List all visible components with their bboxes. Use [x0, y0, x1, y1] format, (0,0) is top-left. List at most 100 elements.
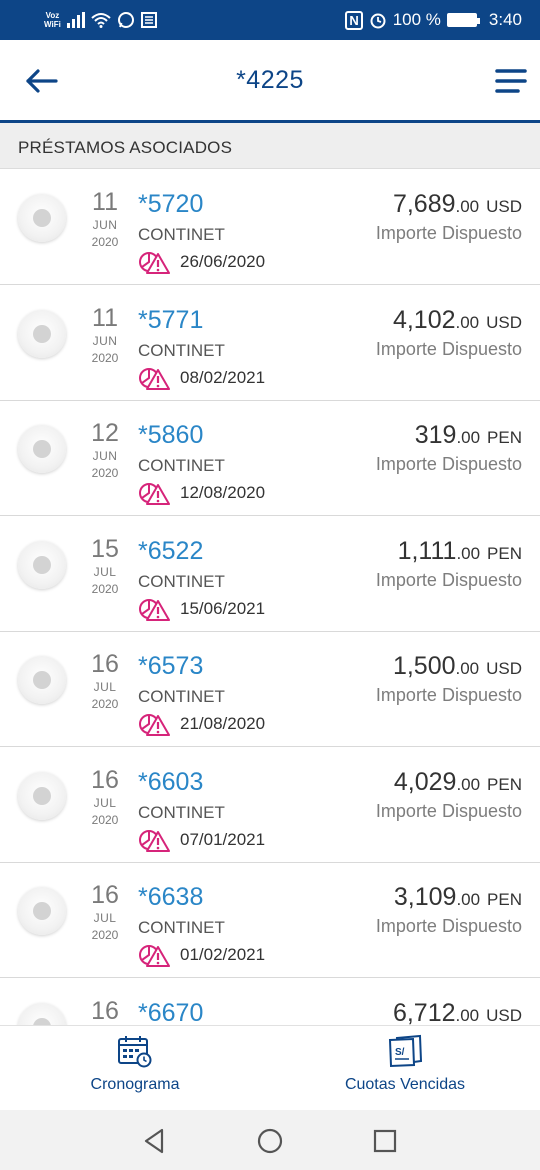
due-date-row: 08/02/2021: [138, 366, 265, 390]
loan-type: CONTINET: [138, 456, 225, 475]
wifi-label: WiFi: [44, 20, 61, 29]
loan-list[interactable]: 11 JUN 2020 *5720 CONTINET 26/06/2020 7,689.00…: [0, 170, 540, 1025]
loan-id: *6573: [138, 652, 204, 680]
signal-icon: [66, 12, 85, 28]
svg-text:S/: S/: [395, 1047, 405, 1058]
amount-decimals: .00: [455, 1006, 480, 1025]
back-triangle-icon[interactable]: [140, 1126, 170, 1156]
select-radio[interactable]: [18, 541, 66, 589]
amount-integer: 4,102: [392, 306, 456, 334]
amount-decimals: .00: [455, 313, 480, 332]
amount-label: Importe Dispuesto: [375, 685, 522, 705]
amount-decimals: .00: [456, 428, 481, 447]
recents-square-icon[interactable]: [370, 1126, 400, 1156]
date-day: 16: [91, 881, 119, 909]
select-radio[interactable]: [18, 425, 66, 473]
back-button[interactable]: [26, 68, 60, 94]
loan-row[interactable]: 16 JUL 2020 *6638 CONTINET 01/02/2021 3,109.00…: [0, 863, 540, 978]
amount-integer: 7,689: [392, 190, 456, 218]
loan-type: CONTINET: [138, 687, 225, 706]
amount-label: Importe Dispuesto: [375, 916, 522, 936]
date-year: 2020: [91, 697, 119, 711]
select-radio[interactable]: [18, 194, 66, 242]
loan-amount: 6,712.00 USD: [393, 999, 522, 1025]
home-circle-icon[interactable]: [255, 1126, 285, 1156]
date-month: JUL: [93, 796, 117, 810]
loan-amount: 319.00 PEN: [415, 421, 522, 450]
date-day: 15: [91, 535, 119, 563]
amount-currency: USD: [486, 313, 522, 332]
loan-row[interactable]: 11 JUN 2020 *5771 CONTINET 08/02/2021 4,102.00…: [0, 286, 540, 401]
status-bar: Voz WiFi N 100 % 3:40: [0, 0, 540, 40]
amount-label: Importe Dispuesto: [375, 454, 522, 474]
hamburger-menu-icon: [495, 69, 527, 93]
loan-date: 11 JUN 2020: [80, 188, 130, 249]
amount-integer: 1,500: [392, 652, 456, 680]
due-date: 12/08/2020: [180, 483, 266, 502]
overdue-label: Cuotas Vencidas: [344, 1076, 466, 1093]
loan-amount: 1,500.00 USD: [393, 652, 522, 681]
select-radio[interactable]: [18, 310, 66, 358]
loan-row[interactable]: 11 JUN 2020 *5720 CONTINET 26/06/2020 7,689.00…: [0, 170, 540, 285]
whatsapp-icon: [117, 11, 135, 29]
loan-amount: 4,102.00 USD: [393, 306, 522, 335]
amount-integer: 319: [414, 421, 457, 449]
loan-amount: 3,109.00 PEN: [394, 883, 522, 912]
select-radio[interactable]: [18, 772, 66, 820]
amount-label: Importe Dispuesto: [375, 223, 522, 243]
loan-id: *6638: [138, 883, 204, 911]
alarm-icon: [369, 11, 387, 29]
overdue-tab[interactable]: S/ Cuotas Vencidas: [270, 1026, 540, 1111]
wifi-icon: [91, 12, 111, 28]
amount-integer: 4,029: [393, 768, 457, 796]
loan-row[interactable]: 16 *6670 6,712.00 USD: [0, 979, 540, 1025]
select-radio[interactable]: [18, 887, 66, 935]
loan-row[interactable]: 16 JUL 2020 *6573 CONTINET 21/08/2020 1,500.00…: [0, 632, 540, 747]
voz-wifi-indicator: Voz WiFi: [44, 11, 61, 29]
calendar-clock-icon: [118, 1036, 152, 1068]
schedule-tab[interactable]: Cronograma: [0, 1026, 270, 1111]
select-radio[interactable]: [18, 656, 66, 704]
loan-amount: 1,111.00 PEN: [398, 537, 522, 566]
date-month: JUN: [92, 218, 118, 232]
system-nav-bar: [0, 1110, 540, 1170]
due-date-row: 26/06/2020: [138, 250, 265, 274]
arrow-left-icon: [26, 69, 58, 93]
date-day: 11: [92, 188, 118, 216]
due-date: 07/01/2021: [180, 830, 266, 849]
warning-icon: [139, 830, 170, 852]
amount-integer: 1,111: [397, 537, 457, 565]
news-icon: [140, 12, 157, 28]
loan-row[interactable]: 16 JUL 2020 *6603 CONTINET 07/01/2021 4,029.00…: [0, 748, 540, 863]
menu-button[interactable]: [494, 68, 528, 96]
schedule-label: Cronograma: [90, 1076, 180, 1093]
due-date: 01/02/2021: [180, 945, 266, 964]
loan-date: 15 JUL 2020: [80, 535, 130, 596]
date-year: 2020: [91, 351, 119, 365]
warning-icon: [139, 368, 170, 390]
amount-currency: PEN: [487, 544, 522, 563]
date-day: 12: [91, 419, 119, 447]
loan-row[interactable]: 12 JUN 2020 *5860 CONTINET 12/08/2020 319.00 P…: [0, 401, 540, 516]
status-right: N 100 % 3:40: [345, 10, 522, 30]
clock-time: 3:40: [488, 10, 522, 29]
loan-amount: 7,689.00 USD: [393, 190, 522, 219]
loan-date: 16 JUL 2020: [80, 881, 130, 942]
amount-integer: 6,712: [392, 999, 456, 1025]
loan-type: CONTINET: [138, 572, 225, 591]
date-year: 2020: [91, 235, 119, 249]
amount-currency: PEN: [487, 775, 522, 794]
amount-integer: 3,109: [393, 883, 457, 911]
select-radio[interactable]: [18, 1003, 66, 1025]
voz-label: Voz: [45, 11, 60, 20]
amount-currency: USD: [486, 659, 522, 678]
loan-row[interactable]: 15 JUL 2020 *6522 CONTINET 15/06/2021 1,111.00…: [0, 517, 540, 632]
loan-id: *5771: [138, 306, 204, 334]
amount-currency: USD: [486, 197, 522, 216]
nfc-icon: N: [345, 10, 363, 30]
amount-label: Importe Dispuesto: [375, 570, 522, 590]
loan-id: *5860: [138, 421, 204, 449]
warning-icon: [139, 252, 170, 274]
date-day: 16: [91, 766, 119, 794]
loan-type: CONTINET: [138, 918, 225, 937]
